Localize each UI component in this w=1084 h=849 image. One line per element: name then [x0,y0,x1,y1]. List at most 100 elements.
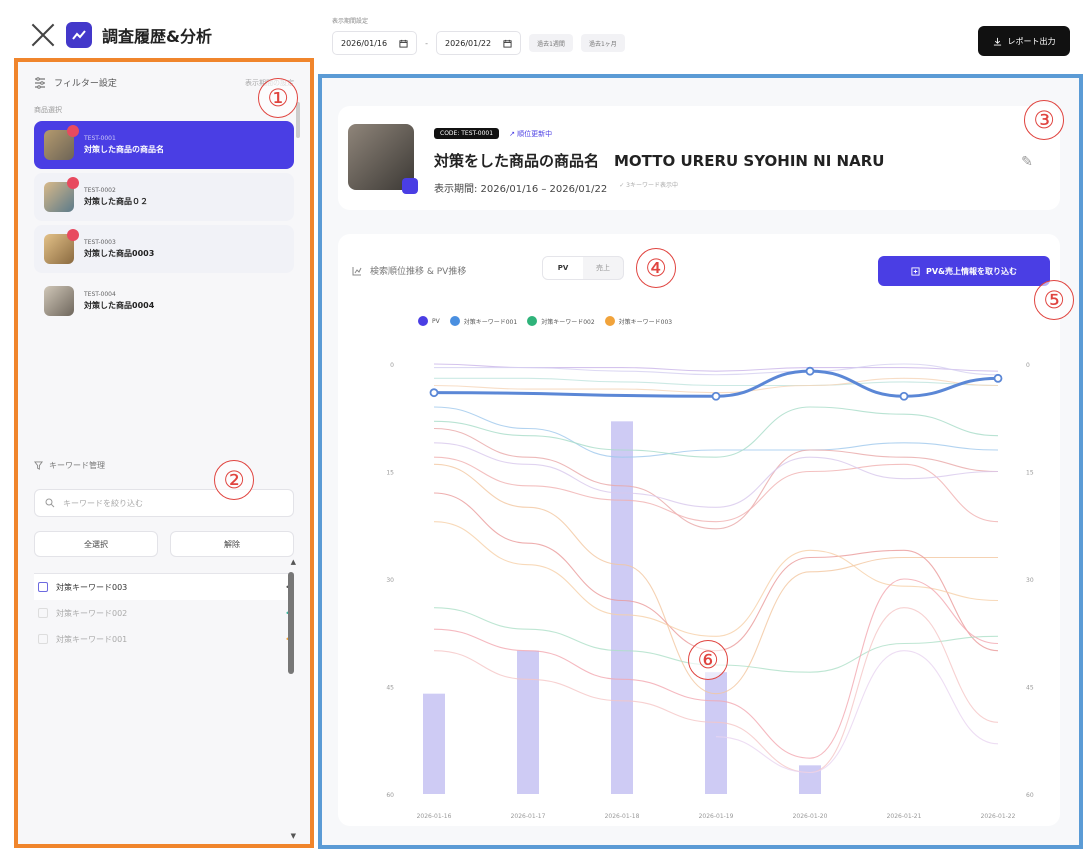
keyword-search-input[interactable]: キーワードを絞り込む [34,489,294,517]
end-date-value: 2026/01/22 [445,38,492,48]
checkbox-icon[interactable] [38,608,48,618]
rank-series-line [433,492,999,652]
preset-week-chip[interactable]: 過去1週間 [529,34,573,52]
product-code: TEST-0002 [84,187,116,194]
calendar-icon [503,39,512,48]
x-tick-label: 2026-01-16 [417,813,452,820]
chart-icon [352,266,362,275]
callout-3: ③ [1024,100,1064,140]
keyword-section: キーワード管理 キーワードを絞り込む 全選択 解除 対策キーワード003 • 対… [34,460,294,652]
rank-point [993,373,1003,383]
product-name: 対策した商品0004 [84,301,155,310]
product-item[interactable]: TEST-0004 対策した商品0004 [34,277,294,325]
edit-pencil-icon[interactable]: ✎ [1016,154,1038,176]
legend-item[interactable]: 対策キーワード002 [527,316,595,326]
clear-button[interactable]: 解除 [170,531,294,557]
filter-icon [35,76,45,89]
toggle-sales[interactable]: 売上 [583,257,623,279]
callout-6: ⑥ [688,640,728,680]
y-right-tick-label: 45 [1026,685,1034,692]
toggle-pv[interactable]: PV [543,257,583,279]
app-title: 調査履歴&分析 [102,27,212,46]
export-report-button[interactable]: レポート出力 [978,26,1070,56]
rank-series-line [434,363,999,376]
checkbox-icon[interactable] [38,634,48,644]
pv-bar [611,421,633,794]
sidebar: フィルター設定 表示期間の設定 商品選択 TEST-0001 対策した商品の商品名… [14,58,314,848]
product-list-scrollbar[interactable] [296,102,300,138]
product-thumbnail [44,177,79,212]
rank-point [899,391,909,401]
chart-title: 検索順位推移 & PV推移 [370,267,467,277]
main-panel: CODE: TEST-0001 ↗ 順位更新中 対策をした商品の商品名 MOTT… [318,74,1083,849]
checkbox-checked-icon[interactable] [38,582,48,592]
download-icon [993,37,1001,46]
import-pv-sales-button[interactable]: PV&売上情報を取り込む [878,256,1050,286]
x-tick-label: 2026-01-20 [793,813,828,820]
pv-bar [705,672,727,794]
legend-item[interactable]: 対策キーワード003 [604,316,672,326]
product-code: TEST-0004 [84,291,116,298]
keyword-list: 対策キーワード003 • 対策キーワード002 • 対策キーワード001 • [34,573,294,652]
keyword-label: 対策キーワード001 [56,634,128,644]
rank-point [711,391,721,401]
pv-bar [799,765,821,794]
y-left-tick-label: 45 [386,685,394,692]
start-date-value: 2026/01/16 [341,38,388,48]
app-header: 調査履歴&分析 [30,22,212,48]
preset-month-chip[interactable]: 過去1ヶ月 [580,34,625,52]
keyword-header: キーワード管理 [34,460,294,471]
product-info-card: CODE: TEST-0001 ↗ 順位更新中 対策をした商品の商品名 MOTT… [338,106,1060,210]
keyword-item[interactable]: 対策キーワード002 • [34,600,294,626]
product-list-label: 商品選択 [34,106,62,114]
close-icon[interactable] [30,22,56,48]
keyword-list-scrollbar[interactable] [288,572,294,674]
product-item[interactable]: TEST-0001 対策した商品の商品名 [34,121,294,169]
toolbar: 表示期間設定 2026/01/16 - 2026/01/22 過去1週間 過去1… [332,16,1070,62]
period-row: 表示期間: 2026/01/16 – 2026/01/22 ✓ 3キーワード表示… [434,180,678,195]
rank-pv-chart: 0 15 30 45 60 0 15 30 45 60 2026-01-16 2026-01-17 20… [386,362,1034,820]
keyword-item[interactable]: 対策キーワード003 • [34,574,294,600]
rank-series-line [433,442,999,508]
date-separator: - [425,38,428,48]
product-item[interactable]: TEST-0002 対策した商品０２ [34,173,294,221]
y-right-tick-label: 60 [1026,792,1034,799]
legend-item[interactable]: 対策キーワード001 [449,316,517,326]
start-date-input[interactable]: 2026/01/16 [332,31,418,55]
keyword-title: キーワード管理 [49,461,105,470]
chevron-up-icon[interactable]: ▲ [291,558,296,566]
y-right-tick-label: 30 [1026,577,1034,584]
alert-badge-icon [67,125,79,137]
import-label: PV&売上情報を取り込む [925,266,1018,276]
import-icon [911,266,920,276]
legend-item[interactable]: PV [418,316,440,326]
product-name: 対策した商品0003 [84,249,155,258]
end-date-input[interactable]: 2026/01/22 [436,31,522,55]
product-title: 対策をした商品の商品名 MOTTO URERU SYOHIN NI NARU [434,152,885,170]
legend-label: 対策キーワード002 [541,318,595,326]
rank-point [429,388,439,398]
product-code-tag: CODE: TEST-0001 [434,128,500,139]
product-name: 対策した商品０２ [84,197,148,206]
pv-bar [517,650,539,794]
trend-icon [66,22,92,48]
keyword-item[interactable]: 対策キーワード001 • [34,626,294,652]
pv-bar [423,693,445,794]
rank-series-line [433,456,999,523]
alert-badge-icon [67,177,79,189]
product-code: TEST-0001 [84,135,116,142]
rank-point [805,366,815,376]
chevron-down-icon[interactable]: ▼ [291,832,296,840]
keyword-search-placeholder: キーワードを絞り込む [63,498,143,508]
product-name: 対策した商品の商品名 [84,145,164,154]
export-report-label: レポート出力 [1007,36,1056,46]
select-all-button[interactable]: 全選択 [34,531,158,557]
callout-2: ② [214,460,254,500]
y-left-tick-label: 30 [386,577,394,584]
product-item[interactable]: TEST-0003 対策した商品0003 [34,225,294,273]
rank-series-line [434,377,999,387]
rank-series-line [433,521,999,637]
filter-title: フィルター設定 [54,79,117,89]
x-tick-label: 2026-01-22 [981,813,1016,820]
metric-toggle: PV 売上 [542,256,624,280]
